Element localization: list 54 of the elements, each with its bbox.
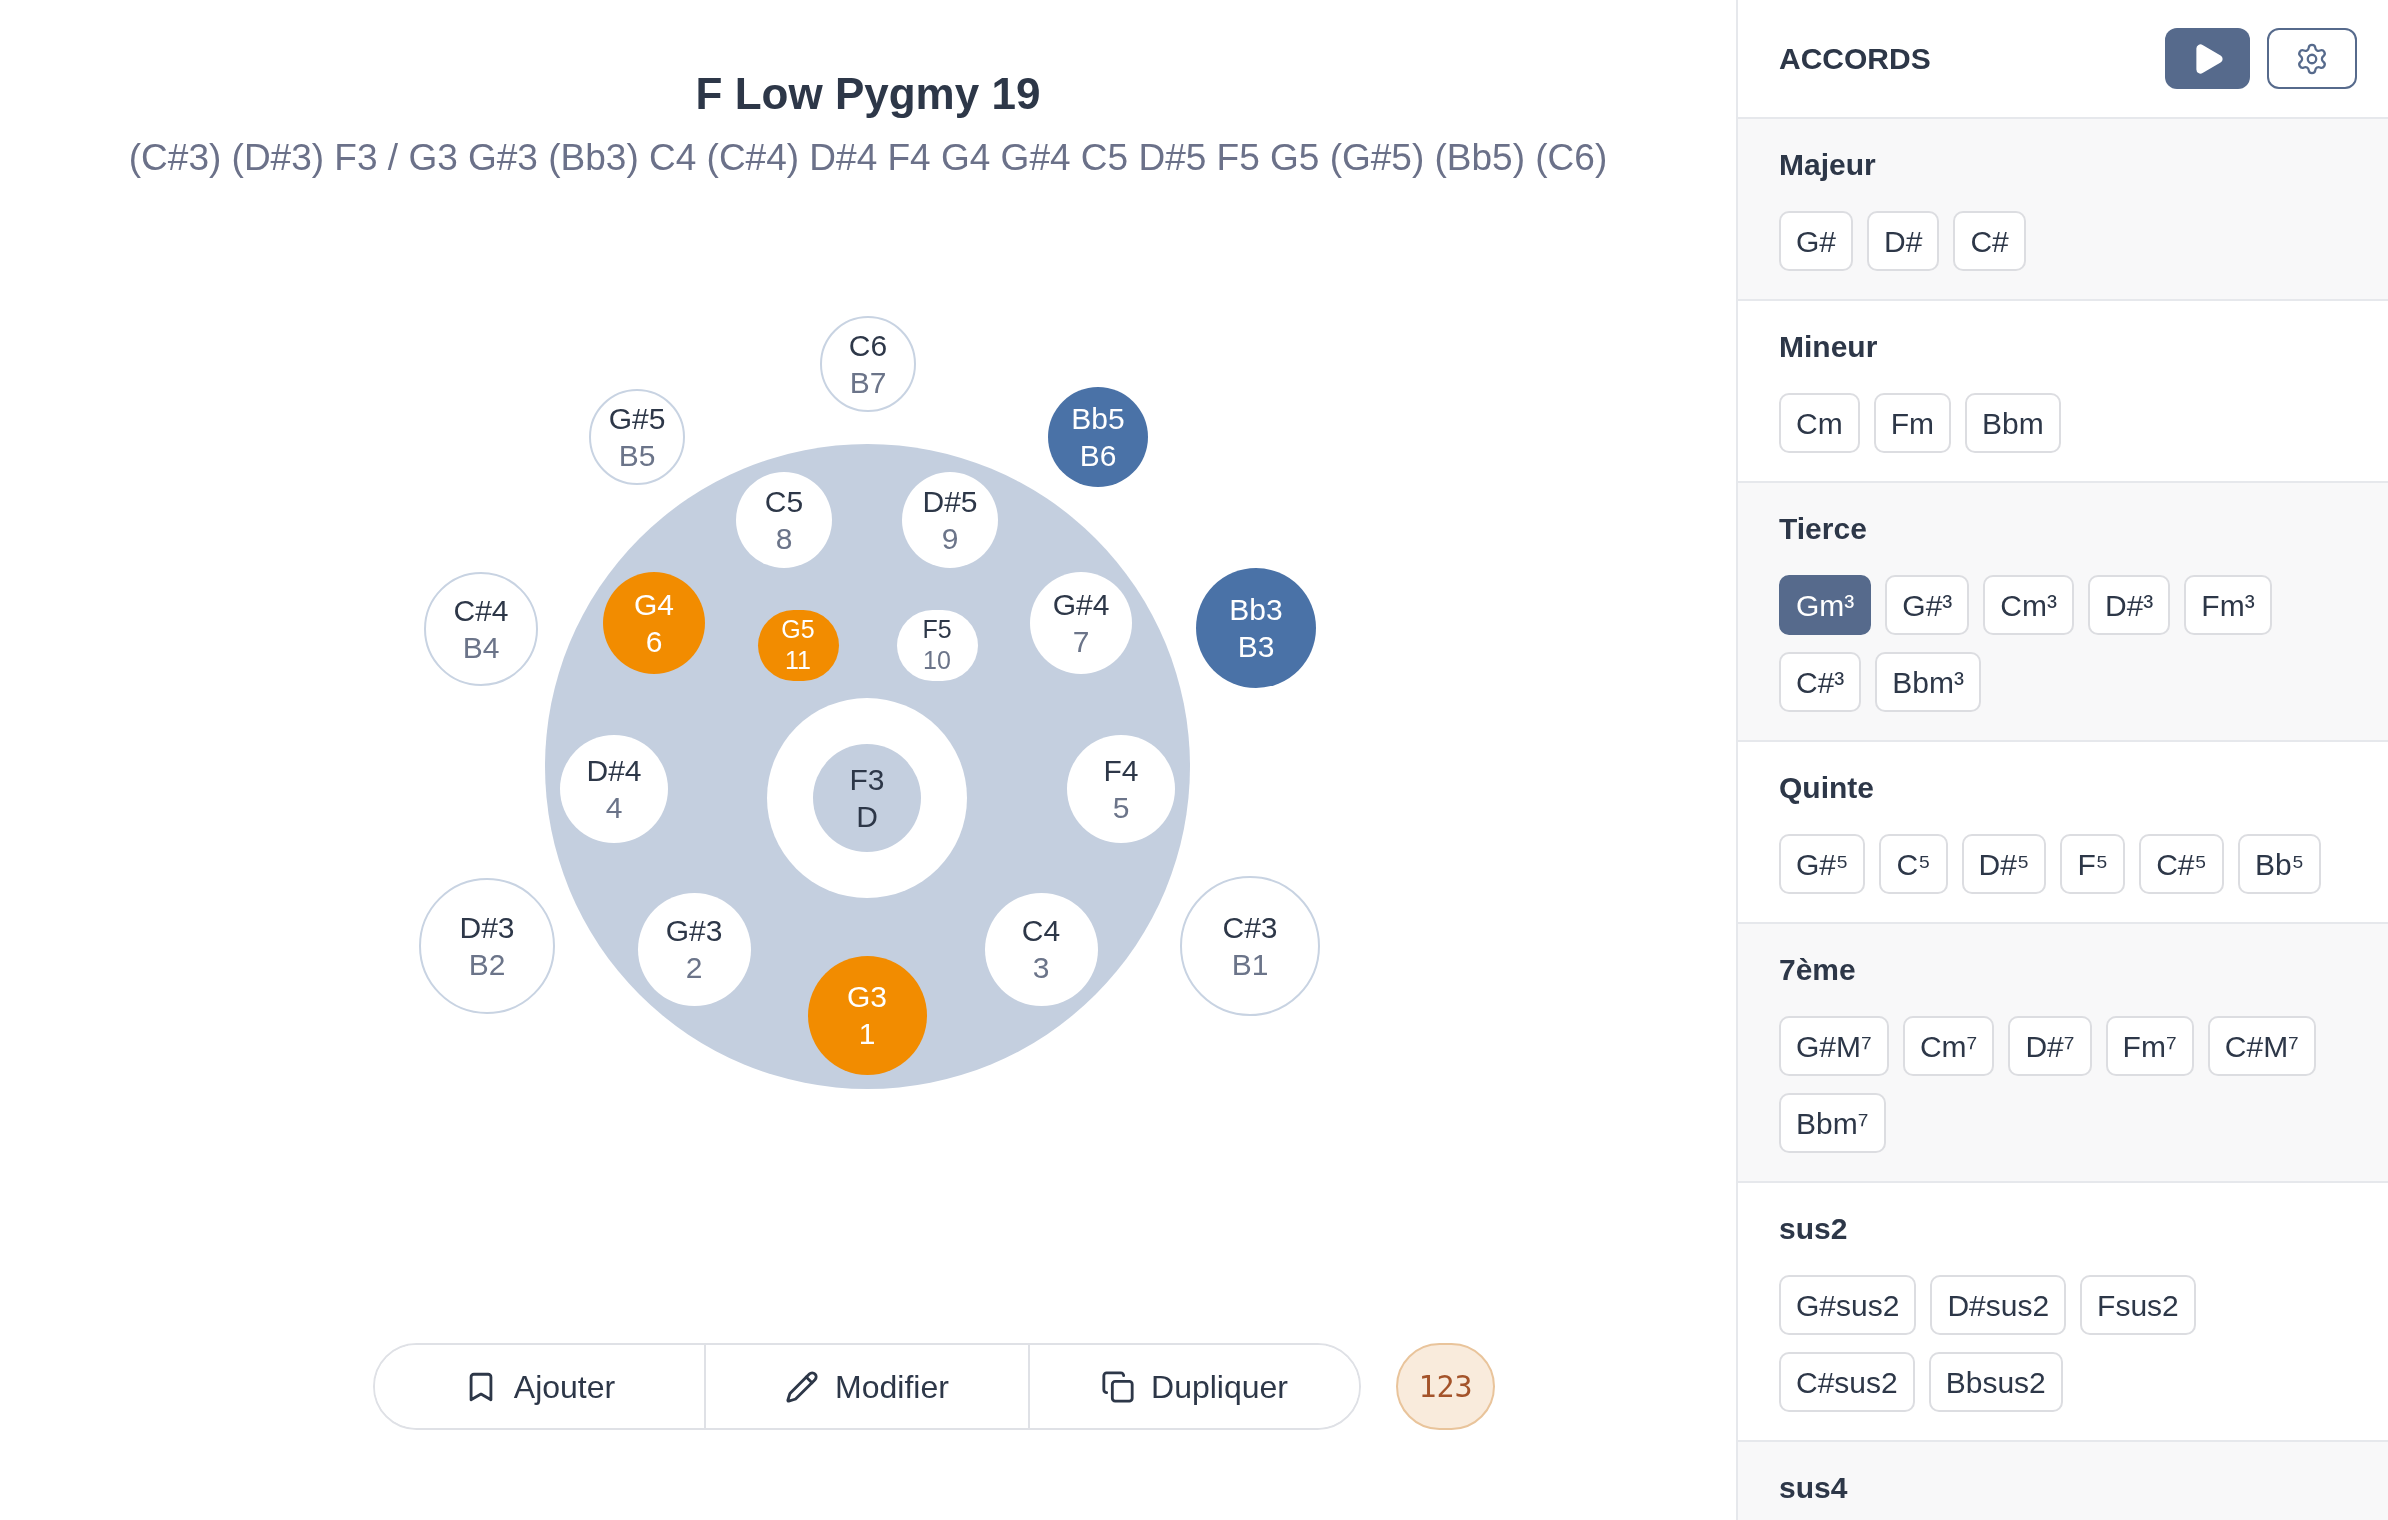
pencil-icon	[785, 1369, 820, 1404]
scale-notes: (C#3) (D#3) F3 / G3 G#3 (Bb3) C4 (C#4) D#4 F4 G4 G#4 C5 D#5 F5 G5 (G#5) (Bb5) (C6)	[128, 136, 1608, 180]
chord-chip[interactable]: Gm³	[1779, 575, 1872, 635]
chord-group-heading: Tierce	[1779, 511, 1868, 547]
chord-chip[interactable]: D#sus2	[1930, 1275, 2067, 1335]
chord-chip[interactable]: Cm³	[1983, 575, 2074, 635]
tone-note[interactable]: C6 B7	[820, 316, 916, 412]
tone-note[interactable]: Bb5 B6	[1048, 387, 1148, 487]
chord-chip[interactable]: Bbsus2	[1928, 1352, 2063, 1412]
chord-chip[interactable]: Bbm	[1965, 393, 2061, 453]
copy-icon	[1101, 1369, 1135, 1404]
tone-note[interactable]: C#3 B1	[1180, 876, 1320, 1016]
chord-chip[interactable]: G#	[1779, 211, 1854, 271]
chord-chip[interactable]: Fm⁷	[2105, 1016, 2194, 1076]
chord-group-heading: sus4	[1779, 1470, 1849, 1506]
tone-note[interactable]: D#3 B2	[419, 878, 555, 1014]
chord-group-heading: Mineur	[1779, 329, 1879, 365]
chord-chip[interactable]: C#M⁷	[2207, 1016, 2316, 1076]
chord-chip[interactable]: D#	[1867, 211, 1940, 271]
tone-note[interactable]: C#4 B4	[424, 572, 538, 686]
chord-chip[interactable]: D#³	[2088, 575, 2171, 635]
sidebar-title: ACCORDS	[1779, 41, 1931, 77]
number-badge: 123	[1396, 1343, 1495, 1430]
chord-group-heading: Quinte	[1779, 770, 1875, 806]
chord-chip[interactable]: Fm³	[2184, 575, 2272, 635]
chord-chip[interactable]: G#³	[1885, 575, 1970, 635]
chord-chip[interactable]: C#⁵	[2139, 834, 2224, 894]
chord-chip[interactable]: Cm⁷	[1902, 1016, 1995, 1076]
chord-chip[interactable]: Bb⁵	[2237, 834, 2322, 894]
settings-button[interactable]	[2267, 28, 2357, 89]
chord-chip[interactable]: D#⁷	[2008, 1016, 2092, 1076]
chord-chip[interactable]: G#⁵	[1779, 834, 1866, 894]
add-button[interactable]: Ajouter	[375, 1345, 706, 1428]
chord-group-heading: 7ème	[1779, 952, 1857, 988]
chord-chip[interactable]: C#³	[1779, 652, 1862, 712]
chord-chip[interactable]: F⁵	[2060, 834, 2126, 894]
play-button[interactable]	[2165, 28, 2250, 89]
settings-icon	[2295, 41, 2329, 76]
chord-chip[interactable]: G#sus2	[1779, 1275, 1917, 1335]
chord-group-heading: sus2	[1779, 1211, 1849, 1247]
tone-note[interactable]: Bb3 B3	[1196, 568, 1316, 688]
chord-chip[interactable]: C#	[1953, 211, 2026, 271]
chord-chip[interactable]: Fsus2	[2080, 1275, 2196, 1335]
chord-chip[interactable]: C#sus2	[1779, 1352, 1915, 1412]
chord-chip[interactable]: G#M⁷	[1779, 1016, 1889, 1076]
tone-note[interactable]: G#5 B5	[589, 389, 685, 485]
chord-chip[interactable]: C⁵	[1879, 834, 1948, 894]
scale-title: F Low Pygmy 19	[695, 68, 1041, 120]
chord-chip[interactable]: Bbm³	[1875, 652, 1982, 712]
chord-group-heading: Majeur	[1779, 147, 1877, 183]
chord-chip[interactable]: Bbm⁷	[1779, 1093, 1886, 1153]
chord-chip[interactable]: Fm	[1873, 393, 1951, 453]
chord-chip[interactable]: Cm	[1779, 393, 1860, 453]
chord-chip[interactable]: D#⁵	[1961, 834, 2047, 894]
